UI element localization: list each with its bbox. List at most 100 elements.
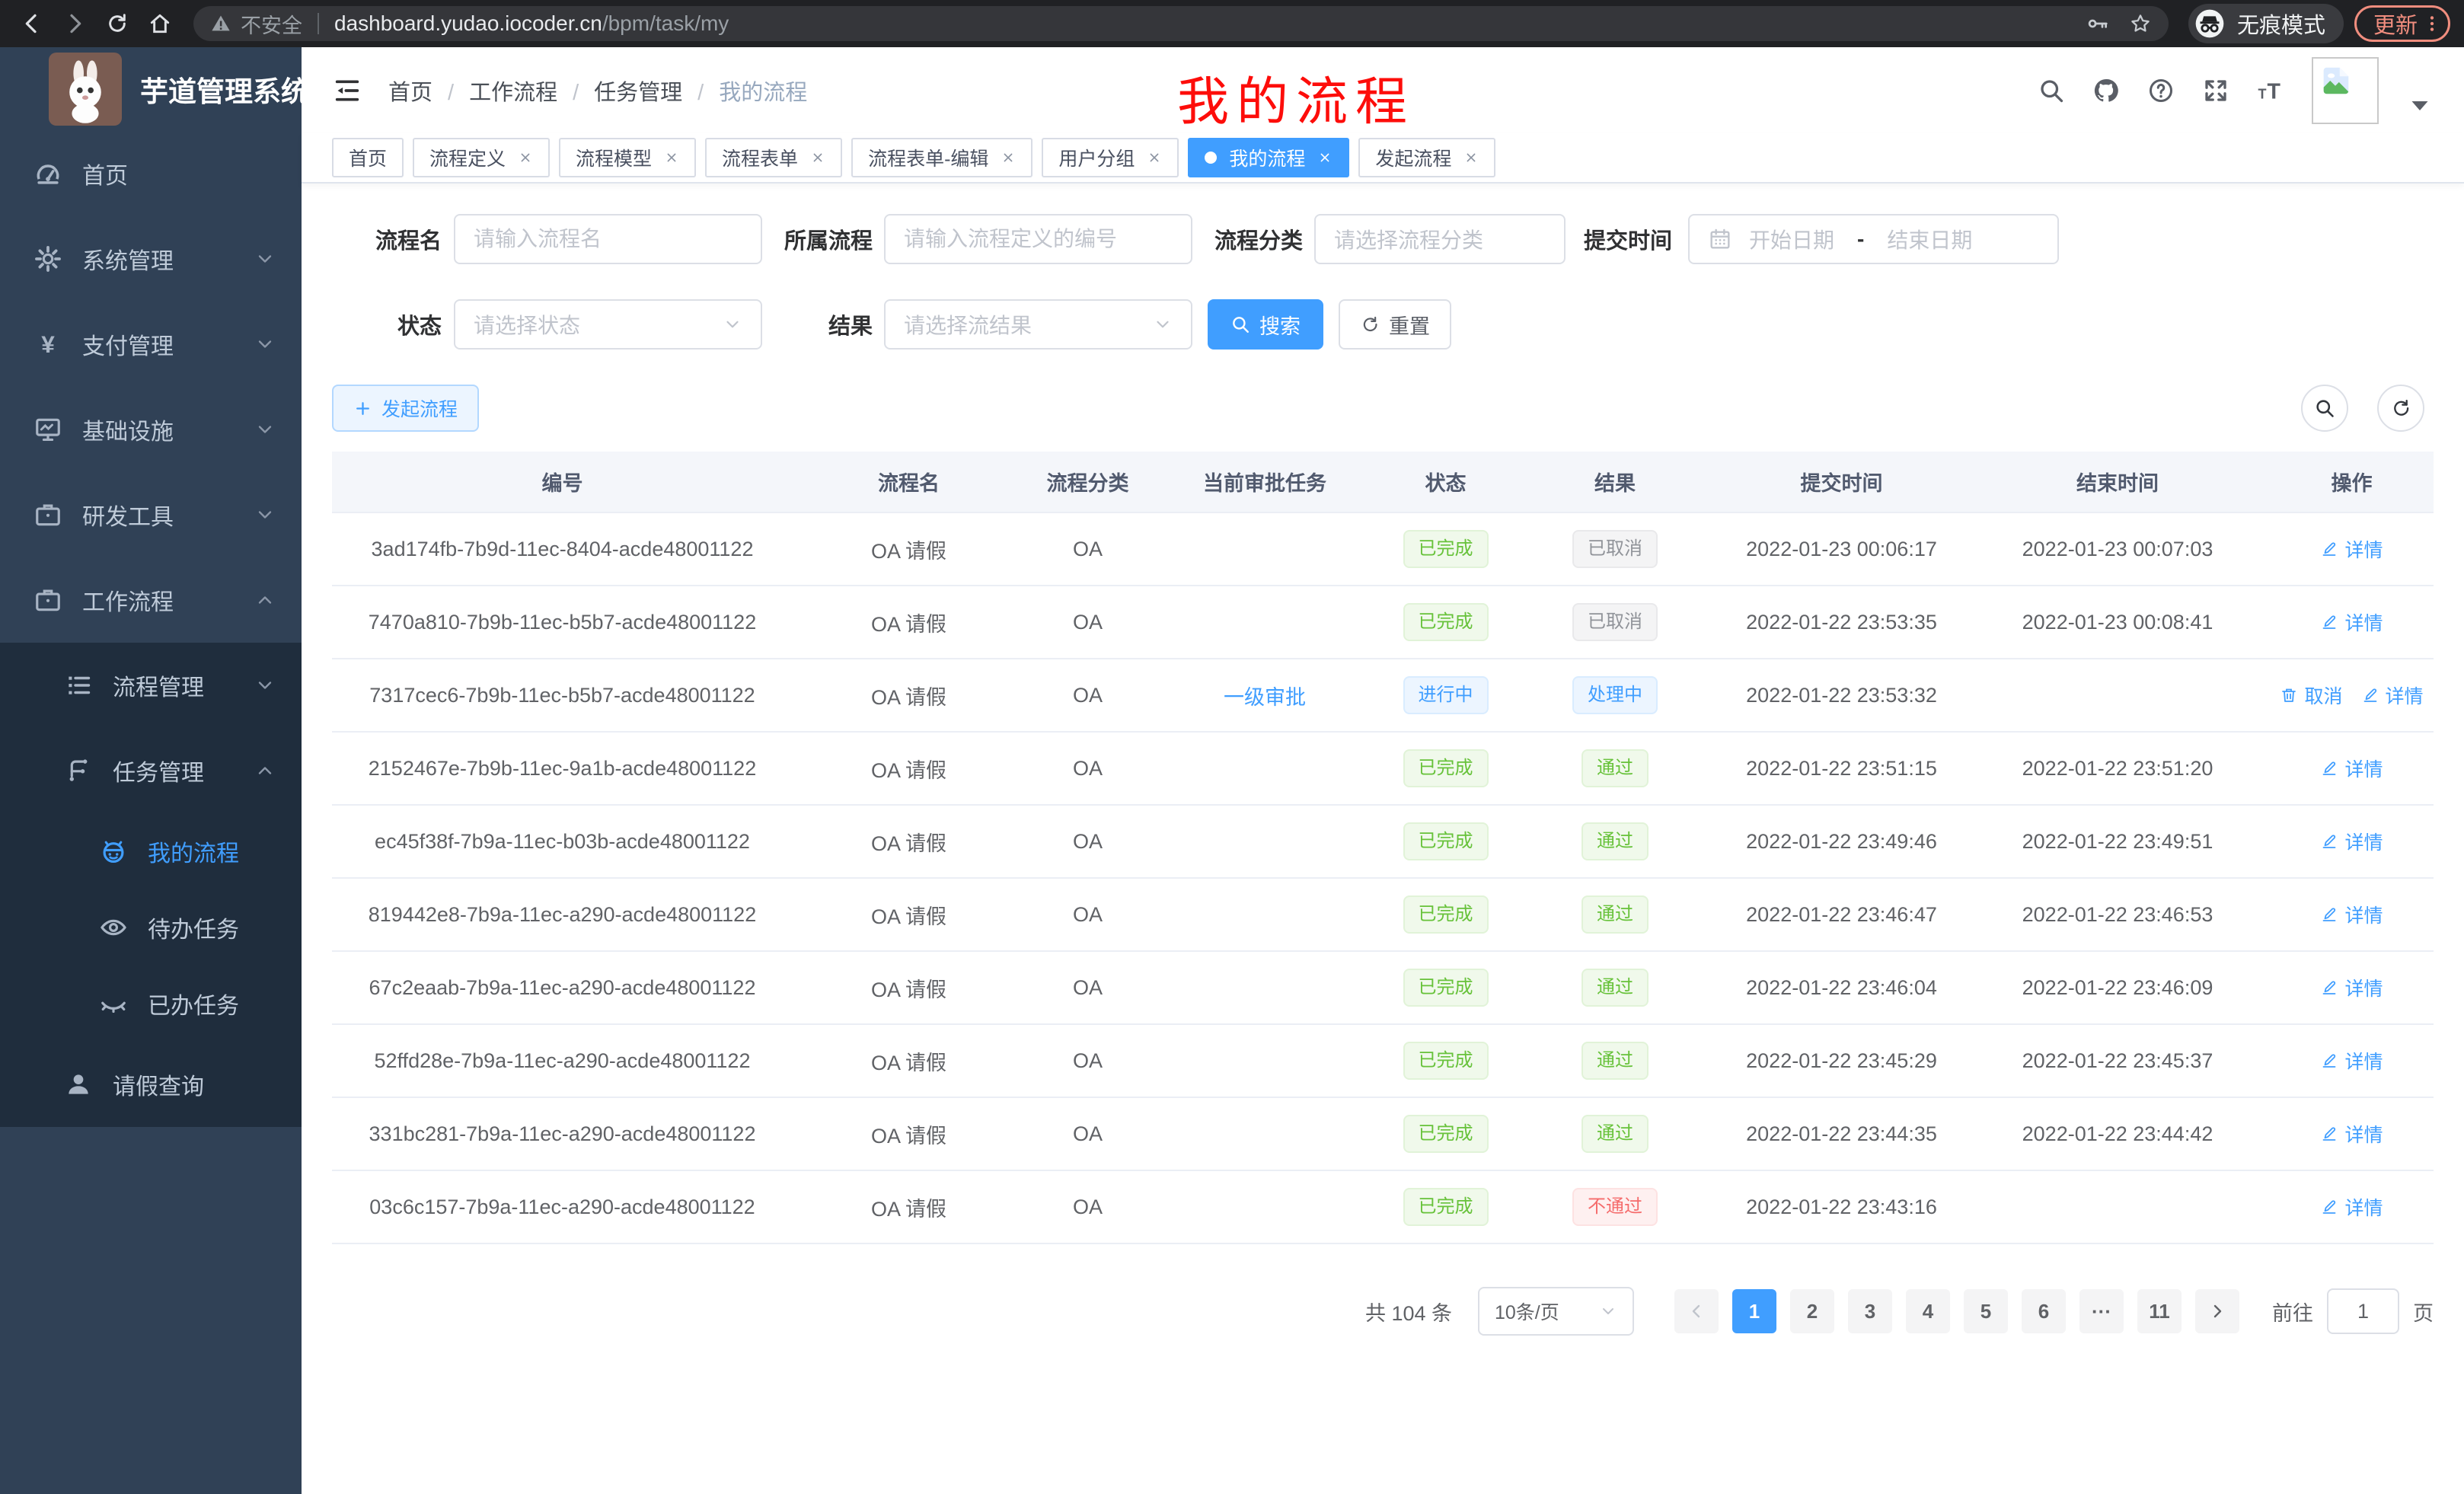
cell-result: 已取消: [1512, 512, 1718, 586]
page-button-5[interactable]: 5: [1964, 1289, 2008, 1333]
page-button-2[interactable]: 2: [1790, 1289, 1834, 1333]
cell-status: 已完成: [1379, 512, 1512, 586]
detail-link[interactable]: 详情: [2361, 682, 2424, 709]
sidebar: 芋道管理系统 首页系统管理¥支付管理基础设施研发工具工作流程流程管理任务管理我的…: [0, 47, 302, 1494]
cell-id: 2152467e-7b9b-11ec-9a1b-acde48001122: [332, 732, 793, 805]
filter-result-select[interactable]: 请选择流结果: [884, 299, 1192, 350]
tab-2[interactable]: 流程模型: [559, 138, 696, 177]
back-icon[interactable]: [14, 5, 50, 42]
result-badge: 通过: [1581, 822, 1649, 860]
filter-time-range[interactable]: 开始日期 - 结束日期: [1688, 214, 2059, 264]
breadcrumb-home[interactable]: 首页: [388, 75, 432, 107]
sidebar-item-11[interactable]: 请假查询: [0, 1042, 302, 1127]
reload-icon[interactable]: [99, 5, 136, 42]
sidebar-logo[interactable]: 芋道管理系统: [0, 47, 302, 131]
current-task-link[interactable]: 一级审批: [1224, 686, 1306, 709]
cell-category: OA: [1025, 951, 1151, 1024]
sidebar-item-0[interactable]: 首页: [0, 131, 302, 216]
page-button-1[interactable]: 1: [1732, 1289, 1776, 1333]
sidebar-item-2[interactable]: ¥支付管理: [0, 302, 302, 387]
github-icon[interactable]: [2092, 77, 2120, 104]
search-button[interactable]: 搜索: [1208, 299, 1323, 350]
detail-link[interactable]: 详情: [2320, 1120, 2383, 1148]
filter-status-select[interactable]: 请选择状态: [454, 299, 762, 350]
search-icon[interactable]: [2038, 77, 2065, 104]
detail-link[interactable]: 详情: [2320, 828, 2383, 855]
filter-definition-input[interactable]: [904, 227, 1173, 251]
update-button[interactable]: 更新: [2354, 5, 2450, 42]
filter-status-label: 状态: [332, 308, 442, 340]
page-size-select[interactable]: 10条/页: [1478, 1287, 1634, 1336]
create-process-button[interactable]: 发起流程: [332, 385, 479, 432]
sidebar-item-8[interactable]: 我的流程: [0, 813, 302, 889]
tab-1[interactable]: 流程定义: [413, 138, 550, 177]
close-icon[interactable]: [1317, 150, 1333, 165]
close-icon[interactable]: [664, 150, 679, 165]
close-icon[interactable]: [1001, 150, 1016, 165]
cell-result: 通过: [1512, 1097, 1718, 1170]
eye-icon: [99, 913, 128, 942]
menu-dots-icon[interactable]: [2422, 14, 2442, 34]
sidebar-item-4[interactable]: 研发工具: [0, 472, 302, 557]
filter-category-select[interactable]: 请选择流程分类: [1314, 214, 1566, 264]
page-button-6[interactable]: 6: [2022, 1289, 2066, 1333]
avatar[interactable]: [2312, 57, 2379, 124]
filter-definition-input-wrap: [884, 214, 1192, 264]
sidebar-item-7[interactable]: 任务管理: [0, 728, 302, 813]
detail-link[interactable]: 详情: [2320, 608, 2383, 636]
page-button-4[interactable]: 4: [1906, 1289, 1950, 1333]
date-end-placeholder[interactable]: 结束日期: [1887, 224, 1972, 254]
tab-0[interactable]: 首页: [332, 138, 404, 177]
close-icon[interactable]: [1463, 150, 1479, 165]
close-icon[interactable]: [518, 150, 533, 165]
detail-link[interactable]: 详情: [2320, 974, 2383, 1001]
page-button-11[interactable]: 11: [2137, 1289, 2182, 1333]
sidebar-collapse-icon[interactable]: [332, 75, 362, 106]
sidebar-item-10[interactable]: 已办任务: [0, 966, 302, 1042]
close-icon[interactable]: [810, 150, 825, 165]
cancel-link[interactable]: 取消: [2280, 682, 2342, 709]
key-icon[interactable]: [2086, 12, 2109, 35]
next-page-button[interactable]: [2195, 1289, 2239, 1333]
tab-7[interactable]: 发起流程: [1358, 138, 1495, 177]
sidebar-item-1[interactable]: 系统管理: [0, 216, 302, 302]
reset-button[interactable]: 重置: [1339, 299, 1451, 350]
page-more-button[interactable]: ···: [2079, 1289, 2124, 1333]
detail-link[interactable]: 详情: [2320, 535, 2383, 563]
edit-icon: [2320, 1125, 2338, 1143]
prev-page-button[interactable]: [1674, 1289, 1719, 1333]
tab-3[interactable]: 流程表单: [705, 138, 842, 177]
tab-4[interactable]: 流程表单-编辑: [851, 138, 1033, 177]
detail-link[interactable]: 详情: [2320, 901, 2383, 928]
gear-icon: [34, 244, 62, 273]
help-icon[interactable]: [2147, 77, 2175, 104]
close-icon: [1317, 150, 1333, 165]
logo-rabbit-icon: [49, 53, 122, 126]
sidebar-item-5[interactable]: 工作流程: [0, 557, 302, 643]
table-search-button[interactable]: [2301, 385, 2348, 432]
detail-link[interactable]: 详情: [2320, 1193, 2383, 1221]
forward-icon[interactable]: [56, 5, 93, 42]
detail-link[interactable]: 详情: [2320, 755, 2383, 782]
search-icon: [2314, 397, 2335, 419]
sidebar-item-6[interactable]: 流程管理: [0, 643, 302, 728]
filter-name-input[interactable]: [474, 227, 742, 251]
date-start-placeholder[interactable]: 开始日期: [1749, 224, 1834, 254]
star-icon[interactable]: [2129, 12, 2152, 35]
font-size-icon[interactable]: TT: [2257, 77, 2284, 104]
sidebar-item-3[interactable]: 基础设施: [0, 387, 302, 472]
jump-page-input[interactable]: [2327, 1288, 2399, 1334]
fullscreen-icon[interactable]: [2202, 77, 2229, 104]
detail-link[interactable]: 详情: [2320, 1047, 2383, 1074]
home-icon[interactable]: [142, 5, 178, 42]
table-refresh-button[interactable]: [2377, 385, 2424, 432]
sidebar-item-9[interactable]: 待办任务: [0, 889, 302, 966]
breadcrumb-task[interactable]: 任务管理: [573, 75, 682, 107]
url-bar[interactable]: 不安全 dashboard.yudao.iocoder.cn/bpm/task/…: [193, 6, 2169, 41]
page-button-3[interactable]: 3: [1848, 1289, 1892, 1333]
tab-6[interactable]: 我的流程: [1188, 138, 1349, 177]
tab-5[interactable]: 用户分组: [1042, 138, 1179, 177]
close-icon[interactable]: [1147, 150, 1162, 165]
avatar-caret-icon[interactable]: [2406, 92, 2434, 120]
breadcrumb-workflow[interactable]: 工作流程: [448, 75, 557, 107]
